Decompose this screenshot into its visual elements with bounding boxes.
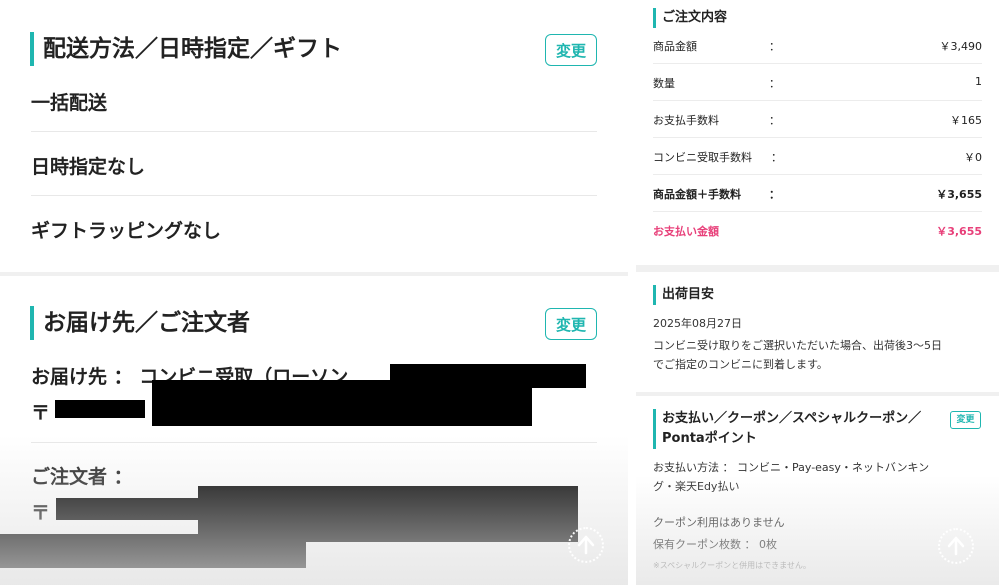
recipient-title: お届け先／ご注文者: [30, 306, 250, 340]
row-divider: [653, 211, 982, 212]
payment-title-line2: Pontaポイント: [662, 431, 757, 446]
recipient-change-button[interactable]: 変更: [545, 308, 597, 340]
coupon-count: 保有クーポン枚数 ： 0枚: [653, 538, 777, 551]
row-value: ￥0: [964, 151, 982, 164]
row-colon: ：: [771, 151, 782, 164]
arrow-up-icon: [577, 535, 595, 555]
shipping-estimate-section: 出荷目安 2025年08月27日 コンビニ受け取りをご選択いただいた場合、出荷後…: [636, 272, 999, 392]
row-colon: ：: [769, 114, 780, 127]
divider: [31, 442, 597, 443]
payment-change-button[interactable]: 変更: [950, 411, 981, 429]
row-colon: ：: [769, 188, 780, 201]
shipping-title: 出荷目安: [653, 285, 714, 305]
row-colon: ：: [769, 77, 780, 90]
delivery-datetime: 日時指定なし: [31, 156, 146, 178]
row-colon: ：: [769, 40, 780, 53]
redaction: [55, 400, 145, 418]
divider: [31, 131, 597, 132]
order-row: コンビニ受取手数料 ： ￥0: [653, 139, 982, 175]
payment-method-line2: グ・楽天Edy払い: [653, 480, 740, 493]
row-label: お支払い金額: [653, 225, 719, 238]
coupon-note: ※スペシャルクーポンと併用はできません。: [653, 561, 811, 570]
row-label: 数量: [653, 77, 675, 90]
row-value: ￥3,490: [939, 40, 983, 53]
postal-mark: 〒: [31, 402, 51, 424]
shipping-note-line1: コンビニ受け取りをご選択いただいた場合、出荷後3〜5日: [653, 339, 942, 352]
shipping-date: 2025年08月27日: [653, 317, 742, 330]
order-row: 商品金額 ： ￥3,490: [653, 28, 982, 64]
right-panel: ご注文内容 商品金額 ： ￥3,490 数量 ： 1 お支払手数料 ： ￥165…: [636, 0, 999, 585]
row-label: 商品金額＋手数料: [653, 188, 741, 201]
payment-title-line1: お支払い／クーポン／スペシャルクーポン／: [662, 411, 922, 426]
order-row-subtotal: 商品金額＋手数料 ： ￥3,655: [653, 176, 982, 212]
arrow-up-icon: [947, 536, 965, 556]
redaction: [0, 534, 306, 568]
row-label: コンビニ受取手数料: [653, 151, 752, 164]
order-row-total: お支払い金額 ￥3,655: [653, 213, 982, 249]
delivery-change-button[interactable]: 変更: [545, 34, 597, 66]
order-row: 数量 ： 1: [653, 65, 982, 101]
row-divider: [653, 137, 982, 138]
row-value: ￥165: [950, 114, 982, 127]
redaction: [152, 380, 532, 426]
order-row: お支払手数料 ： ￥165: [653, 102, 982, 138]
row-divider: [653, 63, 982, 64]
shipping-note-line2: でご指定のコンビニに到着します。: [653, 358, 828, 371]
row-label: 商品金額: [653, 40, 697, 53]
divider: [31, 195, 597, 196]
column-divider: [628, 0, 636, 585]
scroll-to-top-button[interactable]: [568, 527, 604, 563]
recipient-section: お届け先／ご注文者 変更 お届け先 ： コンビニ受取（ローソン 〒 ご注文者 ：…: [0, 276, 628, 585]
redaction: [56, 498, 206, 520]
row-divider: [653, 174, 982, 175]
row-label: お支払手数料: [653, 114, 719, 127]
delivery-title: 配送方法／日時指定／ギフト: [30, 32, 342, 66]
payment-method-line1: お支払い方法 ： コンビニ・Pay-easy・ネットバンキン: [653, 461, 930, 474]
row-value: ￥3,655: [936, 225, 982, 238]
order-summary-section: ご注文内容 商品金額 ： ￥3,490 数量 ： 1 お支払手数料 ： ￥165…: [636, 0, 999, 265]
delivery-method: 一括配送: [31, 92, 108, 114]
left-panel: 配送方法／日時指定／ギフト 変更 一括配送 日時指定なし ギフトラッピングなし …: [0, 0, 628, 585]
payment-title: お支払い／クーポン／スペシャルクーポン／ Pontaポイント: [653, 409, 921, 449]
row-divider: [653, 100, 982, 101]
orderer-label: ご注文者 ：: [31, 466, 133, 488]
row-value: ￥3,655: [936, 188, 982, 201]
order-summary-title: ご注文内容: [653, 8, 727, 28]
orderer-postal-mark: 〒: [31, 502, 51, 524]
coupon-status: クーポン利用はありません: [653, 516, 785, 529]
delivery-section: 配送方法／日時指定／ギフト 変更 一括配送 日時指定なし ギフトラッピングなし: [0, 0, 628, 272]
gift-wrapping: ギフトラッピングなし: [31, 220, 222, 242]
row-value: 1: [975, 75, 982, 88]
scroll-to-top-button[interactable]: [938, 528, 974, 564]
